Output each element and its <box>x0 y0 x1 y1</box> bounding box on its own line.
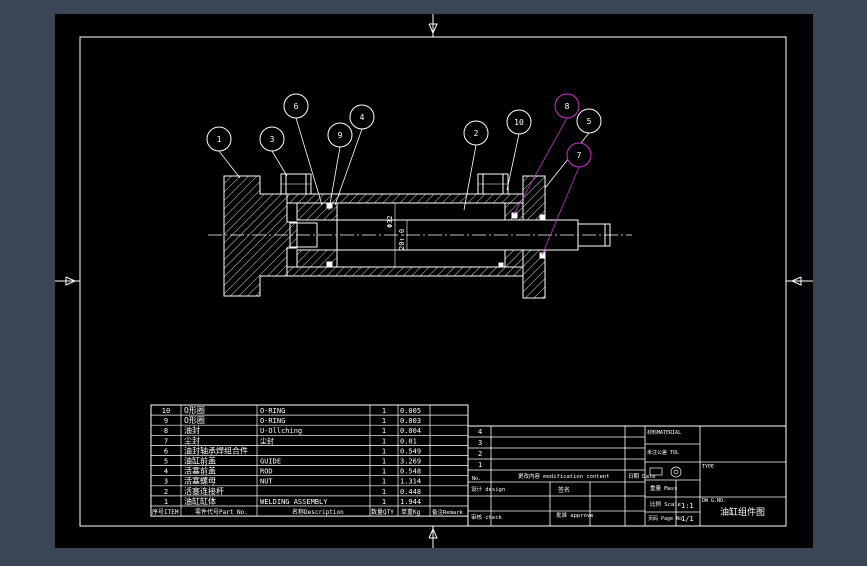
dwg-code-label: DW G.NO. <box>702 498 726 504</box>
bom-item-spec: WELDING ASSEMBLY <box>260 498 328 506</box>
bom-item-no: 1 <box>164 498 168 506</box>
material-label: 材料MATERIAL <box>647 429 681 436</box>
bom-item-no: 10 <box>162 407 170 415</box>
page-label: 页码 Page No. <box>648 515 685 522</box>
bom-item-weight: 0.004 <box>400 427 421 435</box>
bom-item-spec: NUT <box>260 478 273 486</box>
bom-item-no: 2 <box>164 488 168 496</box>
balloon-label-3: 3 <box>270 135 275 144</box>
revision-no: 2 <box>478 450 482 458</box>
balloon-label-2: 2 <box>474 129 479 138</box>
bom-item-qty: 1 <box>382 427 386 435</box>
bom-item-weight: 1.314 <box>400 478 421 486</box>
bom-item-no: 4 <box>164 468 168 476</box>
bom-item-spec: ROD <box>260 468 273 476</box>
bom-item-no: 6 <box>164 447 168 455</box>
bom-item-qty: 1 <box>382 478 386 486</box>
page-value: 1/1 <box>681 515 694 523</box>
revision-content-label: 更改内容 modification content <box>518 472 610 480</box>
bom-item-weight: 0.01 <box>400 437 417 445</box>
revision-no: 4 <box>478 428 482 436</box>
bom-item-name: O形圈 <box>184 416 205 425</box>
balloon-label-9: 9 <box>338 131 343 140</box>
bom-item-name: 油缸缸体 <box>184 496 216 506</box>
bom-item-name: 活塞连接杆 <box>184 486 224 496</box>
bom-item-qty: 1 <box>382 488 386 496</box>
bom-item-qty: 1 <box>382 458 386 466</box>
balloon-label-10: 10 <box>514 118 524 127</box>
weight-label: 重量 Mass <box>650 484 678 492</box>
bom-item-weight: 0.448 <box>400 488 421 496</box>
cad-viewer: Φ32 20↑.0 1 3 6 9 4 2 10 8 5 7 10 O形圈 O-RING 1 0.005 9… <box>0 0 867 562</box>
date-label: 日期 Date <box>628 473 656 480</box>
bom-item-weight: 0.548 <box>400 468 421 476</box>
bom-item-spec: O-RING <box>260 417 285 425</box>
bom-header-weight: 单重Kg <box>401 508 421 516</box>
balloon-label-7: 7 <box>577 151 582 160</box>
balloon-label-1: 1 <box>217 135 222 144</box>
cad-drawing: Φ32 20↑.0 1 3 6 9 4 2 10 8 5 7 10 O形圈 O-RING 1 0.005 9… <box>55 14 813 548</box>
bom-item-name: 活塞前盖 <box>184 466 216 476</box>
bom-item-name: 油缸前盖 <box>184 456 216 466</box>
bom-item-qty: 1 <box>382 437 386 445</box>
bom-header-note: 备注Remark <box>432 508 464 516</box>
sign-label: 签名 <box>558 486 570 494</box>
bom-header-no: 序号ITEM <box>152 508 179 516</box>
bom-item-qty: 1 <box>382 417 386 425</box>
barrel-lower-wall <box>286 266 524 277</box>
bom-item-spec: U-Ollching <box>260 427 302 435</box>
drawing-title: 油缸组件图 <box>720 506 765 518</box>
bom-item-spec: GUIDE <box>260 458 281 466</box>
bom-item-no: 7 <box>164 437 168 445</box>
dim-diameter-20: 20↑.0 <box>398 229 406 250</box>
revision-no: 3 <box>478 439 482 447</box>
bom-item-no: 9 <box>164 417 168 425</box>
bom-item-spec: O-RING <box>260 407 285 415</box>
balloon-label-4: 4 <box>360 113 365 122</box>
type-label: TYPE <box>702 464 714 470</box>
balloon-label-6: 6 <box>294 102 299 111</box>
bom-item-weight: 0.003 <box>400 417 421 425</box>
bom-item-qty: 1 <box>382 447 386 455</box>
bom-item-weight: 3.269 <box>400 458 421 466</box>
barrel-upper-wall <box>286 193 524 204</box>
bom-item-no: 8 <box>164 427 168 435</box>
design-label: 设计 design <box>471 485 505 493</box>
tolerance-label: 未注公差 TOL <box>647 449 679 456</box>
approve-label: 批准 approve <box>556 511 594 519</box>
bom-item-qty: 1 <box>382 468 386 476</box>
bom-item-weight: 1.944 <box>400 498 421 506</box>
review-label: 审核 check <box>471 513 503 521</box>
bom-item-name: 油封轴承焊组合件 <box>184 445 248 455</box>
balloon-label-5: 5 <box>587 117 592 126</box>
bom-item-name: 油封 <box>184 425 200 435</box>
drawing-sheet <box>55 14 813 548</box>
bom-header-qty: 数量QTY <box>371 508 394 516</box>
revision-no: 1 <box>478 461 482 469</box>
bom-item-name: 活塞螺母 <box>184 476 216 486</box>
scale-value: 1:1 <box>681 502 694 510</box>
bom-item-no: 3 <box>164 478 168 486</box>
bom-header-part: 零件代号Part No. <box>195 508 248 516</box>
bom-item-qty: 1 <box>382 498 386 506</box>
front-guide <box>522 175 546 221</box>
bom-item-weight: 0.005 <box>400 407 421 415</box>
bom-header-name: 名称Description <box>292 508 344 516</box>
bom-item-weight: 0.549 <box>400 447 421 455</box>
bom-item-name: 尘封 <box>184 435 200 445</box>
bom-item-qty: 1 <box>382 407 386 415</box>
scale-label: 比例 Scale <box>650 500 681 508</box>
bom-item-name: O形圈 <box>184 406 205 415</box>
revision-no-label: No. <box>472 476 481 482</box>
bom-item-no: 5 <box>164 458 168 466</box>
balloon-label-8: 8 <box>565 102 570 111</box>
bom-item-spec: 尘封 <box>260 436 274 445</box>
dim-diameter-32: Φ32 <box>386 215 394 228</box>
